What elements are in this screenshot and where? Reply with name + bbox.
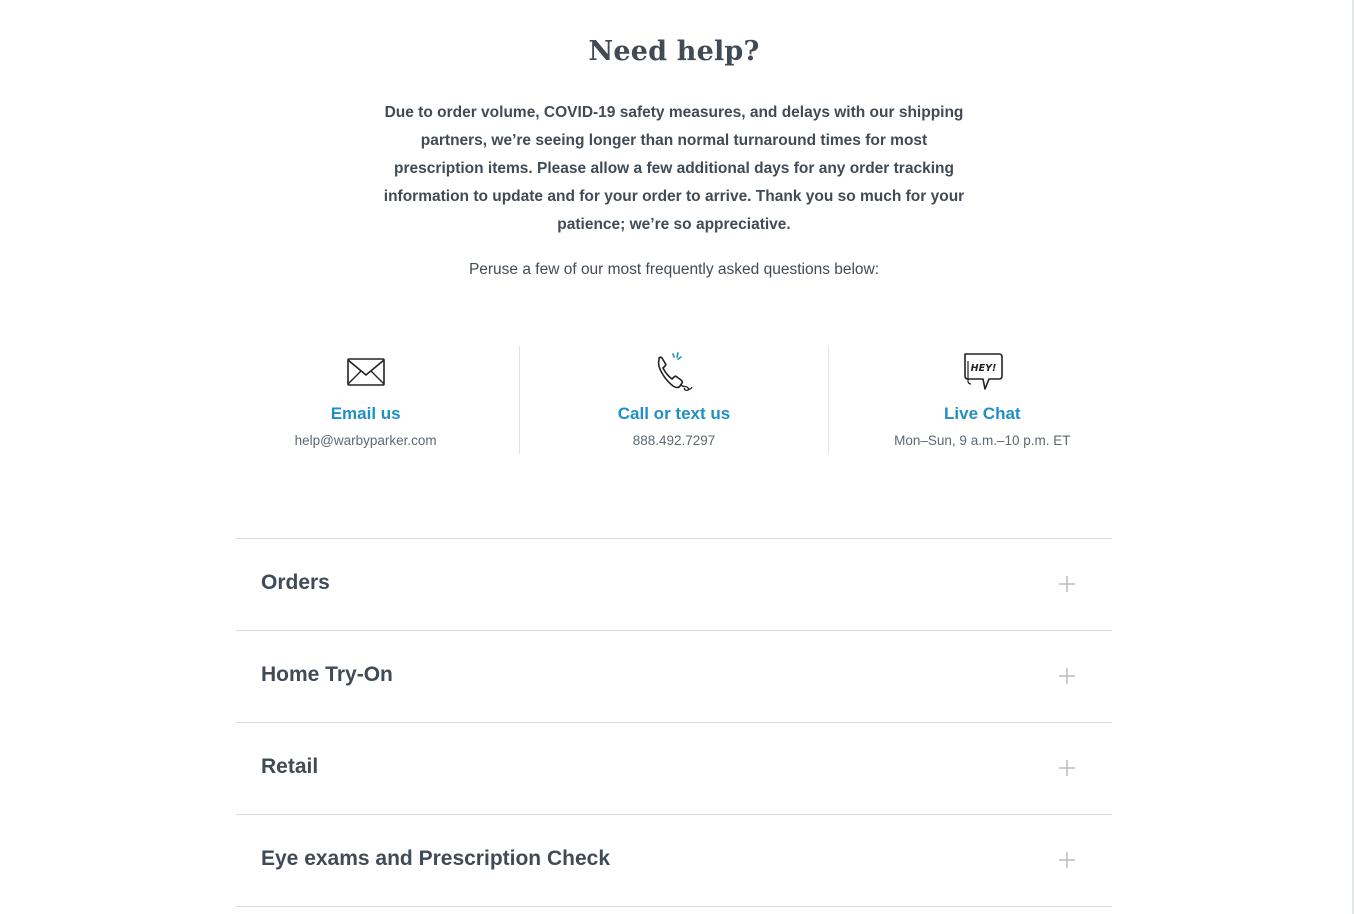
chat-bubble-text: HEY! xyxy=(971,363,997,374)
envelope-icon xyxy=(346,358,385,386)
faq-section-home-try-on[interactable]: Home Try-On xyxy=(236,631,1112,723)
faq-section-title: Eye exams and Prescription Check xyxy=(261,847,610,870)
chat-hours: Mon–Sun, 9 a.m.–10 p.m. ET xyxy=(894,433,1071,448)
phone-number: 888.492.7297 xyxy=(632,433,716,448)
faq-section-retail[interactable]: Retail xyxy=(236,723,1112,815)
contact-options: Email us help@warbyparker.com Call or te… xyxy=(212,346,1136,454)
expand-plus-icon[interactable] xyxy=(1058,759,1076,777)
contact-live-chat[interactable]: HEY! Live Chat Mon–Sun, 9 a.m.–10 p.m. E… xyxy=(827,346,1136,454)
page-title: Need help? xyxy=(588,36,760,67)
faq-section-title: Retail xyxy=(261,755,319,778)
contact-email[interactable]: Email us help@warbyparker.com xyxy=(212,346,519,454)
contact-phone[interactable]: Call or text us 888.492.7297 xyxy=(519,346,827,454)
faq-section-title: Orders xyxy=(261,571,330,594)
expand-plus-icon[interactable] xyxy=(1058,575,1076,593)
faq-section-eye-exams[interactable]: Eye exams and Prescription Check xyxy=(236,815,1112,907)
faq-accordion: Orders Home Try-On Retail Eye exams and … xyxy=(236,538,1112,907)
chat-bubble-icon: HEY! xyxy=(964,353,1004,390)
email-address: help@warbyparker.com xyxy=(294,433,437,448)
faq-intro: Peruse a few of our most frequently aske… xyxy=(468,261,880,278)
phone-icon xyxy=(657,352,693,392)
expand-plus-icon[interactable] xyxy=(1058,667,1076,685)
call-or-text-link[interactable]: Call or text us xyxy=(520,404,827,424)
expand-plus-icon[interactable] xyxy=(1058,851,1076,869)
faq-section-orders[interactable]: Orders xyxy=(236,539,1112,631)
live-chat-link[interactable]: Live Chat xyxy=(829,404,1136,424)
faq-section-title: Home Try-On xyxy=(261,663,393,686)
email-us-link[interactable]: Email us xyxy=(212,404,519,424)
shipping-notice: Due to order volume, COVID-19 safety mea… xyxy=(383,104,965,233)
